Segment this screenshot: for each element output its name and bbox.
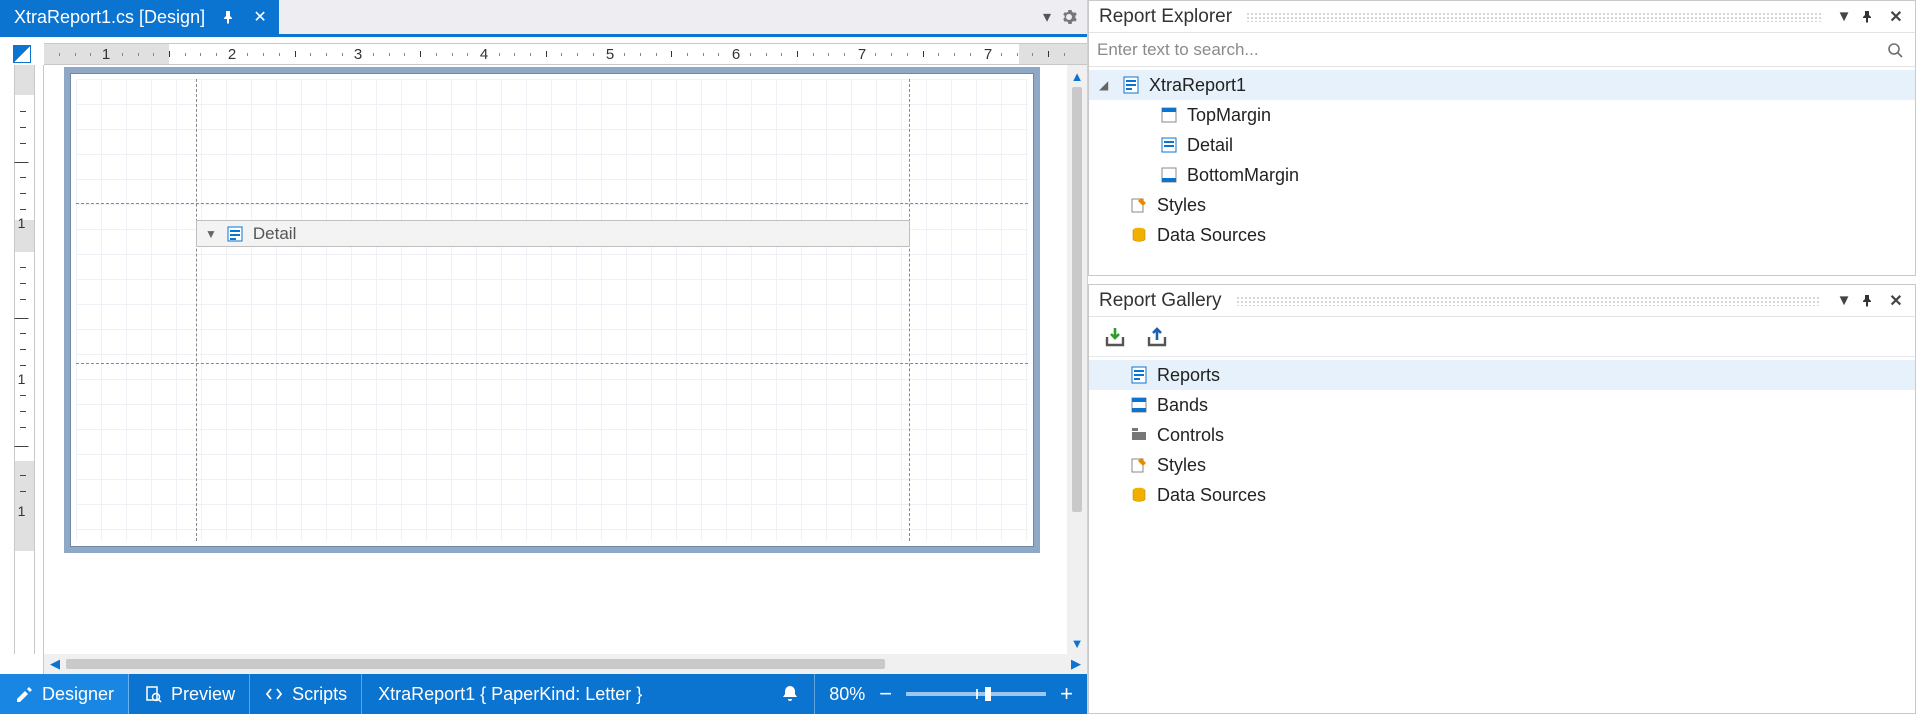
tree-node-styles[interactable]: Styles <box>1089 190 1915 220</box>
status-report-info: XtraReport1 { PaperKind: Letter } <box>378 684 642 705</box>
ruler-tick-4: 4 <box>474 44 494 64</box>
vertical-scrollbar[interactable]: ▲ ▼ <box>1067 65 1087 654</box>
horizontal-ruler[interactable]: 1 2 3 4 5 6 7 7 [20,36,52,78,94,110,125,… <box>44 43 1087 65</box>
tab-designer[interactable]: Designer <box>0 674 129 714</box>
h-scroll-thumb[interactable] <box>66 659 885 669</box>
explorer-tree: ◢ XtraReport1 TopMargin Detai <box>1089 67 1915 253</box>
right-margin-guide[interactable] <box>909 79 910 541</box>
report-explorer-panel: Report Explorer ▼ ✕ ◢ <box>1088 0 1916 276</box>
scroll-left-icon[interactable]: ◀ <box>44 656 66 672</box>
styles-icon <box>1129 455 1149 475</box>
preview-icon <box>143 684 163 704</box>
ruler-tick-3: 3 <box>348 44 368 64</box>
report-paper[interactable]: ▼ Detail <box>64 67 1040 553</box>
panel-grip[interactable] <box>1246 12 1821 22</box>
tab-preview[interactable]: Preview <box>129 674 250 714</box>
report-icon <box>1121 75 1141 95</box>
ruler-tick-6: 6 <box>726 44 746 64</box>
bands-icon <box>1129 395 1149 415</box>
database-icon <box>1129 485 1149 505</box>
gear-icon[interactable] <box>1061 9 1077 25</box>
panel-grip[interactable] <box>1236 296 1822 306</box>
gallery-node-datasources[interactable]: Data Sources <box>1089 480 1915 510</box>
vertical-ruler[interactable]: — 1 — 1 — 1 <box>0 65 44 674</box>
tree-node-detail[interactable]: Detail <box>1089 130 1915 160</box>
zoom-out-button[interactable]: − <box>879 683 892 705</box>
report-gallery-panel: Report Gallery ▼ ✕ <box>1088 284 1916 714</box>
report-icon <box>1129 365 1149 385</box>
scroll-right-icon[interactable]: ▶ <box>1065 656 1087 672</box>
band-icon <box>1159 135 1179 155</box>
status-bar: Designer Preview Scripts XtraReport1 { P… <box>0 674 1087 714</box>
scroll-up-icon[interactable]: ▲ <box>1071 65 1084 87</box>
zoom-slider[interactable] <box>906 692 1046 696</box>
horizontal-ruler-row: 1 2 3 4 5 6 7 7 [20,36,52,78,94,110,125,… <box>0 37 1087 65</box>
zoom-thumb[interactable] <box>985 687 991 701</box>
close-icon[interactable]: ✕ <box>1887 291 1905 311</box>
gallery-tree: Reports Bands Controls <box>1089 357 1915 513</box>
export-icon[interactable] <box>1145 325 1169 349</box>
pin-icon[interactable] <box>1861 11 1879 23</box>
ruler-tick-1: 1 <box>96 44 116 64</box>
report-explorer-title: Report Explorer <box>1099 6 1232 28</box>
band-icon <box>1159 165 1179 185</box>
detail-bottom-boundary[interactable] <box>76 363 1028 364</box>
panel-dropdown-icon[interactable]: ▼ <box>1835 292 1853 309</box>
scripts-icon <box>264 684 284 704</box>
detail-band-header[interactable]: ▼ Detail <box>196 220 910 247</box>
document-tabbar: XtraReport1.cs [Design] ✕ ▾ <box>0 0 1087 37</box>
pin-icon[interactable] <box>1861 295 1879 307</box>
detail-band-icon <box>225 224 245 244</box>
gallery-node-controls[interactable]: Controls <box>1089 420 1915 450</box>
gallery-node-reports[interactable]: Reports <box>1089 360 1915 390</box>
tree-node-report[interactable]: ◢ XtraReport1 <box>1089 70 1915 100</box>
ruler-tick-5: 5 <box>600 44 620 64</box>
tree-node-bottommargin[interactable]: BottomMargin <box>1089 160 1915 190</box>
scroll-down-icon[interactable]: ▼ <box>1071 632 1084 654</box>
controls-icon <box>1129 425 1149 445</box>
band-icon <box>1159 105 1179 125</box>
left-margin-guide[interactable] <box>196 79 197 541</box>
document-tab-active[interactable]: XtraReport1.cs [Design] ✕ <box>0 0 279 34</box>
chevron-down-icon[interactable]: ▼ <box>205 227 217 241</box>
bell-icon[interactable] <box>780 684 800 704</box>
document-tab-title: XtraReport1.cs [Design] <box>14 7 205 28</box>
tab-scripts[interactable]: Scripts <box>250 674 362 714</box>
gallery-node-bands[interactable]: Bands <box>1089 390 1915 420</box>
zoom-control: 80% − + <box>814 674 1087 714</box>
dropdown-icon[interactable]: ▾ <box>1043 7 1051 27</box>
gallery-node-styles[interactable]: Styles <box>1089 450 1915 480</box>
expand-icon[interactable]: ◢ <box>1099 78 1113 92</box>
report-gallery-title: Report Gallery <box>1099 290 1222 312</box>
explorer-search-input[interactable] <box>1097 40 1883 60</box>
close-icon[interactable]: ✕ <box>251 7 269 27</box>
zoom-in-button[interactable]: + <box>1060 683 1073 705</box>
v-scroll-thumb[interactable] <box>1072 87 1082 512</box>
explorer-search <box>1089 33 1915 67</box>
search-icon[interactable] <box>1883 42 1907 58</box>
close-icon[interactable]: ✕ <box>1887 7 1905 27</box>
designer-icon <box>14 684 34 704</box>
tree-node-topmargin[interactable]: TopMargin <box>1089 100 1915 130</box>
zoom-value: 80% <box>829 684 865 705</box>
ruler-tick-2: 2 <box>222 44 242 64</box>
ruler-tick-7: 7 <box>852 44 872 64</box>
tree-node-datasources[interactable]: Data Sources <box>1089 220 1915 250</box>
import-icon[interactable] <box>1103 325 1127 349</box>
panel-dropdown-icon[interactable]: ▼ <box>1835 8 1853 25</box>
pin-icon[interactable] <box>219 10 237 24</box>
styles-icon <box>1129 195 1149 215</box>
database-icon <box>1129 225 1149 245</box>
horizontal-scrollbar[interactable]: ◀ ▶ <box>44 654 1087 674</box>
topmargin-boundary[interactable] <box>76 203 1028 204</box>
detail-band-label: Detail <box>253 224 296 244</box>
ruler-corner[interactable] <box>0 43 44 65</box>
